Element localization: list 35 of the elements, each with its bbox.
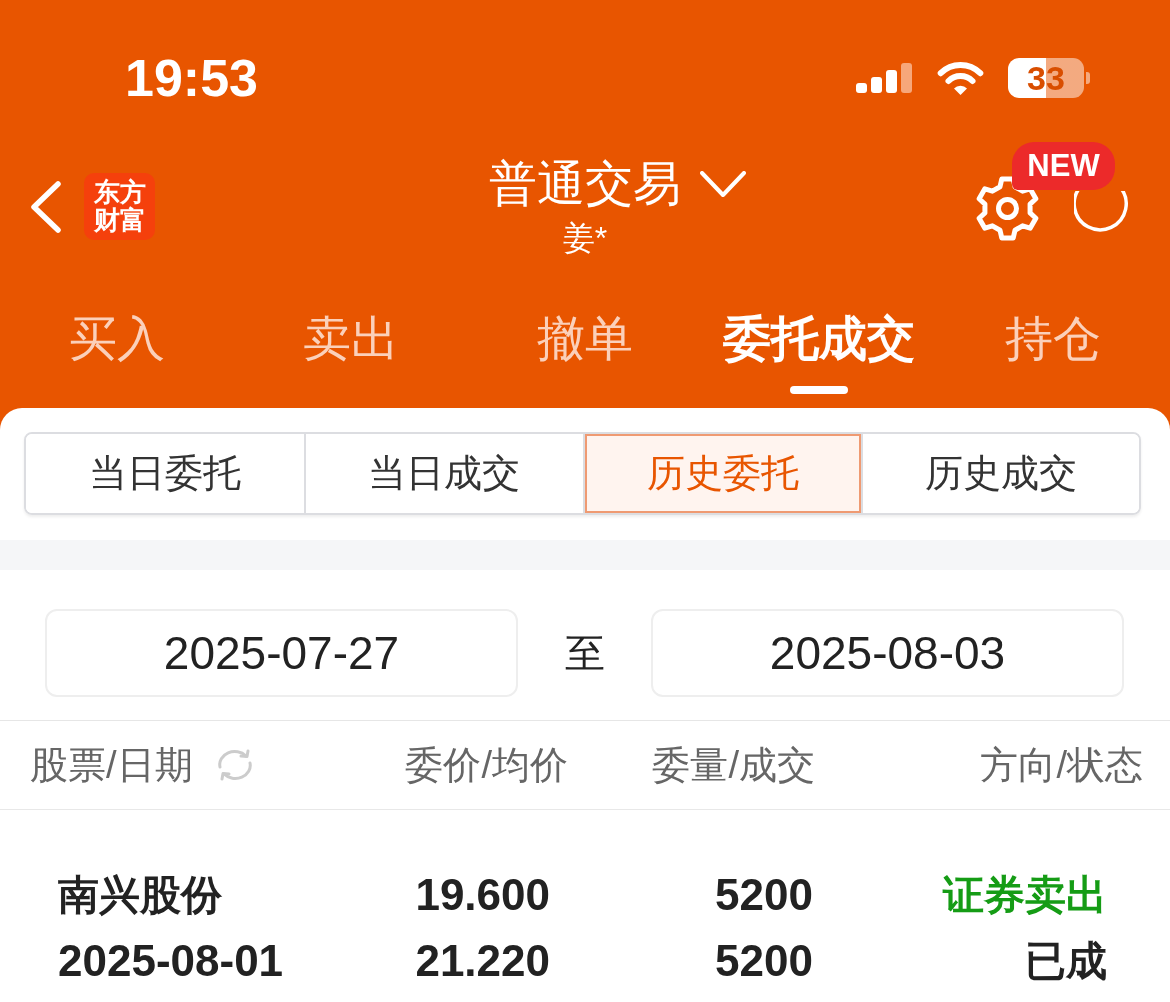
column-header: 股票/日期 — [30, 742, 193, 788]
filled-quantity: 5200 — [715, 936, 813, 986]
chevron-down-icon[interactable] — [700, 171, 746, 197]
order-date: 2025-08-01 — [58, 936, 284, 986]
tab[interactable]: 撤单 — [537, 311, 633, 394]
stock-name[interactable]: 南兴股份 — [58, 867, 222, 923]
order-price: 19.600 — [415, 870, 550, 920]
column-header: 委量/成交 — [652, 742, 815, 788]
signal-icon — [856, 63, 913, 93]
column-header: 委价/均价 — [405, 742, 568, 788]
segment-tab[interactable]: 历史委托 — [582, 434, 861, 513]
battery-indicator: 33 — [1008, 58, 1090, 98]
tab[interactable]: 委托成交 — [723, 311, 915, 394]
end-date-field[interactable]: 2025-08-03 — [651, 609, 1124, 697]
settings-icon[interactable] — [974, 175, 1041, 242]
trade-direction: 证券卖出 — [943, 870, 1107, 920]
average-price: 21.220 — [415, 936, 550, 986]
back-icon[interactable] — [30, 180, 62, 233]
brand-logo: 东方财富 — [84, 173, 155, 240]
segment-tab[interactable]: 当日成交 — [304, 434, 583, 513]
tab[interactable]: 持仓 — [1005, 311, 1101, 394]
segment-tab[interactable]: 当日委托 — [26, 434, 305, 513]
segment-tab[interactable]: 历史成交 — [860, 434, 1139, 513]
new-badge: NEW — [1012, 142, 1115, 190]
tab[interactable]: 买入 — [69, 311, 165, 394]
status-time: 19:53 — [125, 50, 258, 106]
column-header: 方向/状态 — [980, 742, 1143, 788]
page-title[interactable]: 普通交易 — [489, 156, 681, 212]
start-date-field[interactable]: 2025-07-27 — [45, 609, 518, 697]
account-name: 姜* — [562, 219, 608, 258]
order-quantity: 5200 — [715, 870, 813, 920]
date-separator: 至 — [563, 629, 606, 677]
order-status: 已成 — [1025, 936, 1107, 986]
wifi-icon — [935, 60, 986, 96]
tab[interactable]: 卖出 — [303, 311, 399, 394]
